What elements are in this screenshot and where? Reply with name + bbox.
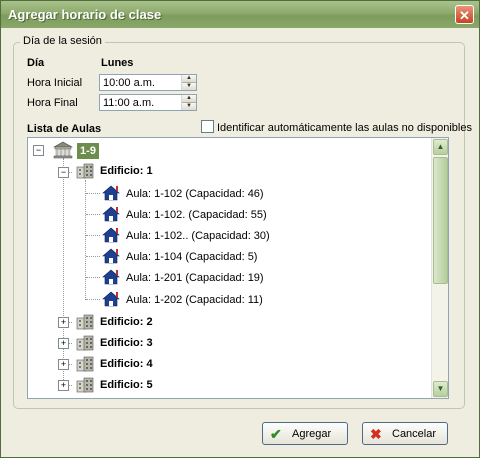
dialog-window: Agregar horario de clase ✕ Día de la ses… xyxy=(0,0,480,458)
building-5-label[interactable]: Edificio: 5 xyxy=(100,379,153,391)
title-bar[interactable]: Agregar horario de clase ✕ xyxy=(1,1,479,28)
building-2-expander[interactable]: + xyxy=(58,317,69,328)
increment-button[interactable]: ▲ xyxy=(182,75,196,83)
tree-vertical-scrollbar[interactable]: ▲ ▼ xyxy=(431,138,448,398)
building-icon xyxy=(76,314,94,330)
checkmark-icon: ✔ xyxy=(270,426,282,442)
tree-line xyxy=(86,277,100,278)
agregar-button-label: Agregar xyxy=(292,428,332,440)
lista-aulas-label: Lista de Aulas xyxy=(27,123,102,135)
building-5-expander[interactable]: + xyxy=(58,380,69,391)
session-legend: Día de la sesión xyxy=(20,35,105,47)
scroll-up-button[interactable]: ▲ xyxy=(433,139,448,155)
tree-line xyxy=(85,180,86,300)
decrement-button[interactable]: ▼ xyxy=(182,83,196,90)
window-title: Agregar horario de clase xyxy=(8,7,162,22)
dia-value: Lunes xyxy=(101,57,134,69)
aulas-tree[interactable]: − 1-9 − Edificio: 1 Aula: 1-102 (Capacid… xyxy=(27,137,449,399)
building-icon xyxy=(76,377,94,393)
room-label[interactable]: Aula: 1-102. (Capacidad: 55) xyxy=(126,209,267,221)
hora-final-label: Hora Final xyxy=(27,97,78,109)
classroom-house-icon xyxy=(102,227,120,243)
room-label[interactable]: Aula: 1-102 (Capacidad: 46) xyxy=(126,188,264,200)
hora-final-spinner[interactable]: 11:00 a.m. ▲ ▼ xyxy=(99,94,197,111)
classroom-house-icon xyxy=(102,206,120,222)
hora-inicial-spinner[interactable]: 10:00 a.m. ▲ ▼ xyxy=(99,74,197,91)
room-label[interactable]: Aula: 1-202 (Capacidad: 11) xyxy=(126,294,263,306)
classroom-house-icon xyxy=(102,291,120,307)
hora-final-value[interactable]: 11:00 a.m. xyxy=(103,97,154,109)
university-icon xyxy=(53,141,73,159)
auto-identify-label[interactable]: Identificar automáticamente las aulas no… xyxy=(217,122,472,134)
cancelar-button-label: Cancelar xyxy=(392,428,437,440)
building-icon xyxy=(76,356,94,372)
tree-line xyxy=(86,256,100,257)
building-icon xyxy=(76,163,94,179)
building-4-label[interactable]: Edificio: 4 xyxy=(100,358,153,370)
dialog-content: Día de la sesión Día Lunes Hora Inicial … xyxy=(1,28,479,457)
hora-inicial-label: Hora Inicial xyxy=(27,77,83,89)
close-button[interactable]: ✕ xyxy=(455,5,474,24)
decrement-button[interactable]: ▼ xyxy=(182,103,196,110)
increment-button[interactable]: ▲ xyxy=(182,95,196,103)
agregar-button[interactable]: ✔ Agregar xyxy=(262,422,348,445)
auto-identify-checkbox[interactable] xyxy=(201,120,214,133)
spinner-buttons: ▲ ▼ xyxy=(181,95,196,110)
building-2-label[interactable]: Edificio: 2 xyxy=(100,316,153,328)
scroll-thumb[interactable] xyxy=(433,157,448,284)
cancelar-button[interactable]: ✖ Cancelar xyxy=(362,422,448,445)
dia-header: Día xyxy=(27,57,45,69)
building-1-expander[interactable]: − xyxy=(58,167,69,178)
tree-line xyxy=(86,214,100,215)
tree-line xyxy=(63,158,64,390)
classroom-house-icon xyxy=(102,185,120,201)
scroll-down-button[interactable]: ▼ xyxy=(433,381,448,397)
building-3-expander[interactable]: + xyxy=(58,338,69,349)
hora-inicial-value[interactable]: 10:00 a.m. xyxy=(103,77,155,89)
classroom-house-icon xyxy=(102,248,120,264)
building-1-label[interactable]: Edificio: 1 xyxy=(100,165,153,177)
room-label[interactable]: Aula: 1-201 (Capacidad: 19) xyxy=(126,272,264,284)
room-label[interactable]: Aula: 1-102.. (Capacidad: 30) xyxy=(126,230,270,242)
tree-line xyxy=(86,299,100,300)
classroom-house-icon xyxy=(102,269,120,285)
tree-line xyxy=(86,235,100,236)
tree-line xyxy=(86,193,100,194)
room-label[interactable]: Aula: 1-104 (Capacidad: 5) xyxy=(126,251,257,263)
root-expander[interactable]: − xyxy=(33,145,44,156)
building-4-expander[interactable]: + xyxy=(58,359,69,370)
spinner-buttons: ▲ ▼ xyxy=(181,75,196,90)
building-3-label[interactable]: Edificio: 3 xyxy=(100,337,153,349)
building-icon xyxy=(76,335,94,351)
x-icon: ✖ xyxy=(370,426,382,442)
root-node-label[interactable]: 1-9 xyxy=(77,143,99,159)
close-icon: ✕ xyxy=(459,8,470,23)
